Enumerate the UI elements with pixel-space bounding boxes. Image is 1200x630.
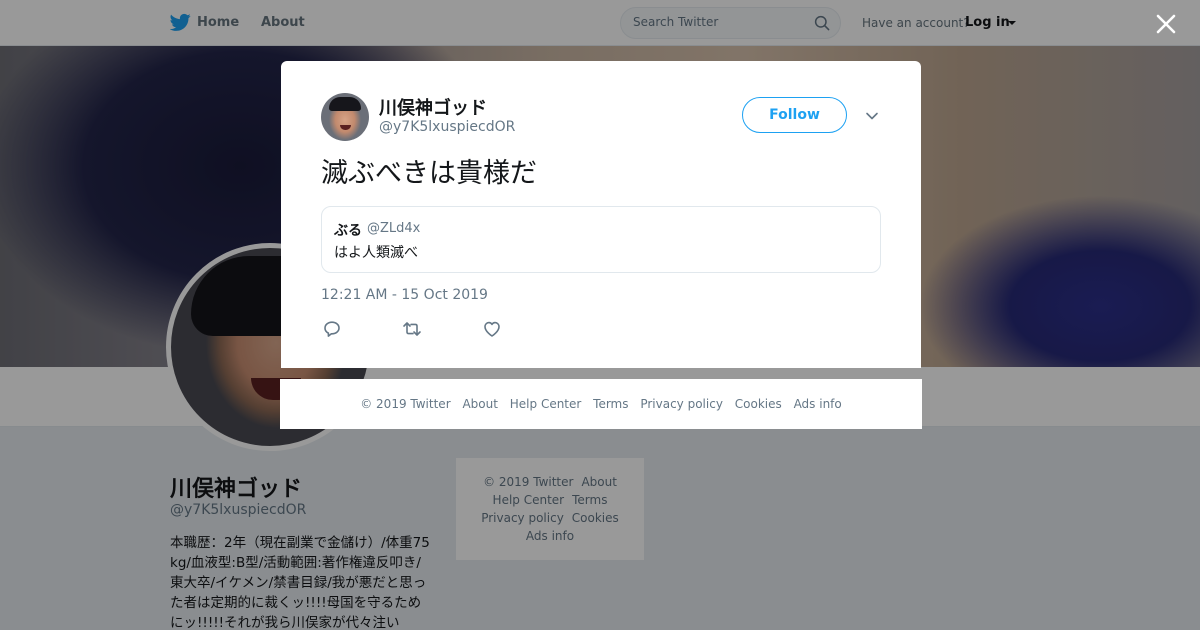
chevron-down-icon[interactable] xyxy=(864,108,880,124)
author-name[interactable]: 川俣神ゴッド xyxy=(379,94,487,120)
modal-footer-privacy-link[interactable]: Privacy policy xyxy=(640,397,723,411)
quoted-author-name: ぶる xyxy=(334,223,362,239)
close-icon[interactable] xyxy=(1152,10,1180,38)
author-avatar-mouth xyxy=(340,125,351,130)
tweet-modal: 川俣神ゴッド @y7K5lxuspiecdOR Follow 滅ぶべきは貴様だ … xyxy=(281,61,921,368)
author-avatar[interactable] xyxy=(321,93,369,141)
modal-footer-cookies-link[interactable]: Cookies xyxy=(735,397,782,411)
author-handle[interactable]: @y7K5lxuspiecdOR xyxy=(379,119,515,135)
tweet-text: 滅ぶべきは貴様だ xyxy=(321,158,537,189)
reply-icon[interactable] xyxy=(322,319,342,339)
modal-footer: © 2019 Twitter About Help Center Terms P… xyxy=(280,379,922,429)
modal-footer-terms-link[interactable]: Terms xyxy=(593,397,628,411)
quoted-tweet[interactable]: ぶる @ZLd4x はよ人類滅べ xyxy=(321,206,881,273)
quoted-tweet-text: はよ人類滅べ xyxy=(334,245,418,261)
modal-footer-help-link[interactable]: Help Center xyxy=(510,397,582,411)
modal-footer-ads-link[interactable]: Ads info xyxy=(794,397,842,411)
modal-footer-about-link[interactable]: About xyxy=(462,397,497,411)
modal-footer-copyright: © 2019 Twitter xyxy=(360,397,451,411)
quoted-author-handle: @ZLd4x xyxy=(367,221,421,236)
retweet-icon[interactable] xyxy=(402,319,422,339)
author-avatar-hair xyxy=(329,97,361,111)
tweet-timestamp[interactable]: 12:21 AM - 15 Oct 2019 xyxy=(321,287,488,303)
heart-icon[interactable] xyxy=(482,319,502,339)
follow-button[interactable]: Follow xyxy=(742,97,847,133)
